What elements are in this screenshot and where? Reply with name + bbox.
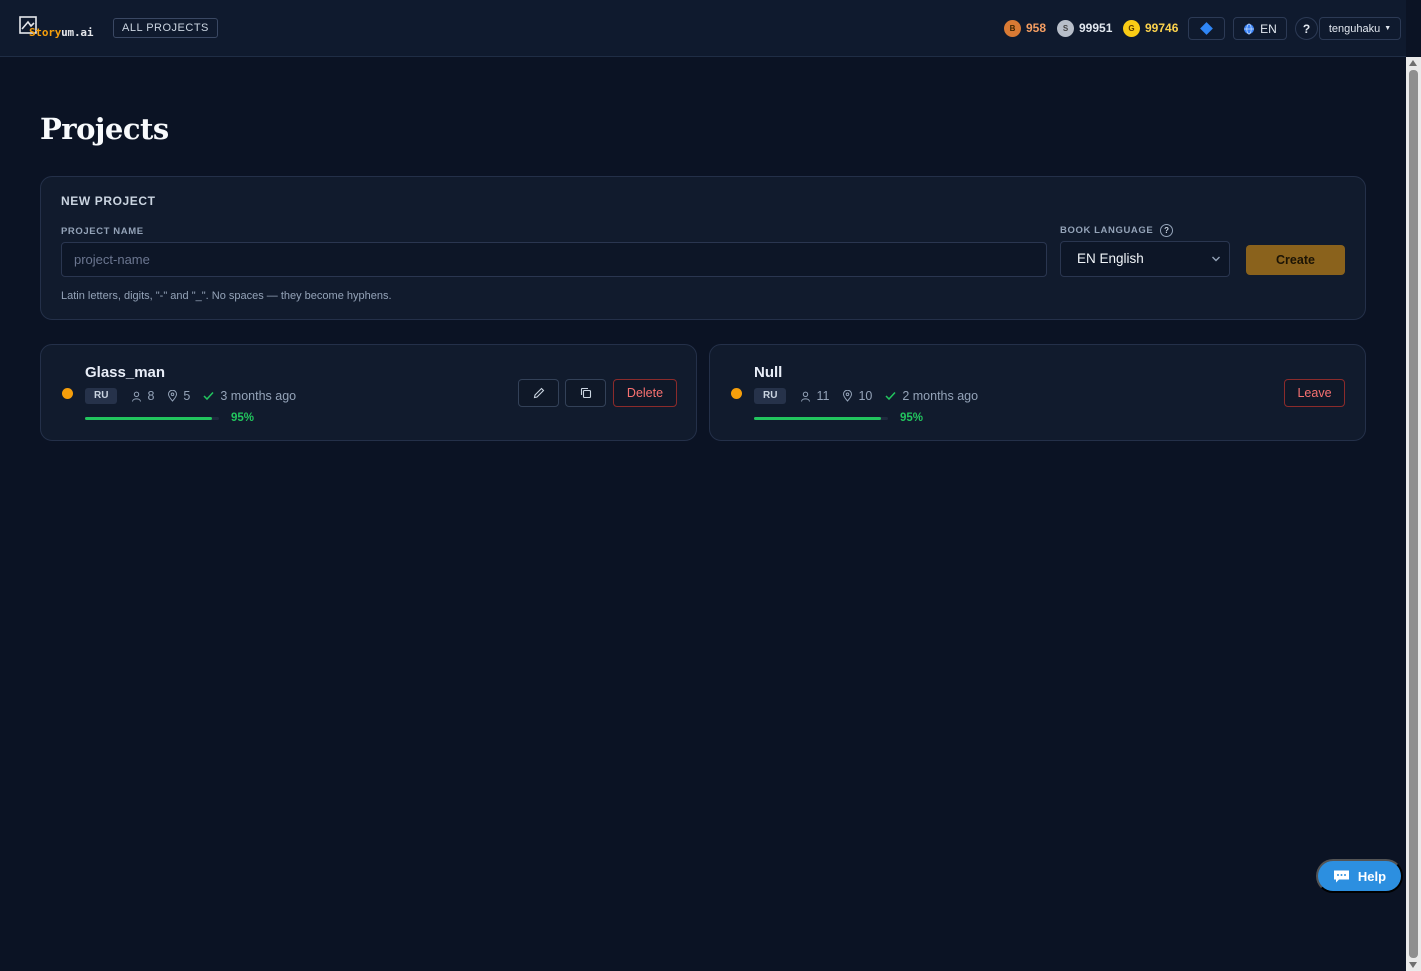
user-menu-button[interactable]: tenguhaku ▼ (1319, 17, 1401, 40)
coin-s-icon: S (1057, 19, 1074, 37)
pencil-icon (533, 387, 544, 399)
language-switch-button[interactable]: EN (1233, 17, 1287, 40)
book-language-select[interactable]: EN English (1060, 241, 1230, 277)
coin-g-balance: G 99746 (1123, 19, 1178, 37)
duplicate-button[interactable] (565, 379, 606, 407)
project-name-label: PROJECT NAME (61, 226, 144, 237)
premium-button[interactable] (1188, 17, 1225, 40)
locations-count: 10 (858, 389, 873, 403)
edit-button[interactable] (518, 379, 559, 407)
top-bar: Storyum.ai ALL PROJECTS B 958 S 99951 G … (0, 0, 1406, 57)
leave-button[interactable]: Leave (1284, 379, 1345, 407)
new-project-card: NEW PROJECT PROJECT NAME Latin letters, … (40, 176, 1366, 320)
book-language-label: BOOK LANGUAGE (1060, 225, 1154, 236)
progress-fill (754, 417, 882, 420)
language-badge: RU (754, 388, 787, 404)
chat-icon (1333, 870, 1349, 882)
chevron-down-icon (1211, 242, 1221, 290)
language-badge: RU (85, 388, 118, 404)
scrollbar[interactable] (1406, 57, 1421, 971)
project-name-hint: Latin letters, digits, "-" and "_". No s… (61, 290, 392, 302)
person-icon (132, 391, 142, 402)
check-icon (885, 391, 896, 401)
characters-count: 11 (816, 389, 830, 403)
help-chat-label: Help (1357, 868, 1387, 884)
project-meta: RU 11 10 2 months ago (754, 388, 978, 404)
coin-g-value: 99746 (1145, 21, 1179, 35)
language-label: EN (1260, 21, 1277, 36)
project-name-input[interactable] (61, 242, 1047, 277)
help-chat-button[interactable]: Help (1316, 859, 1403, 893)
status-dot (62, 388, 73, 399)
project-card[interactable]: Null RU 11 10 2 months ago 95% Leave (709, 344, 1366, 441)
location-pin-icon (843, 390, 853, 402)
coin-s-balance: S 99951 (1057, 19, 1112, 37)
caret-down-icon: ▼ (1384, 25, 1392, 32)
progress-fill (85, 417, 213, 420)
logo[interactable]: Storyum.ai (19, 16, 99, 40)
book-language-help-icon[interactable]: ? (1160, 224, 1174, 237)
create-button[interactable]: Create (1246, 245, 1345, 275)
scroll-thumb[interactable] (1409, 70, 1418, 958)
location-pin-icon (168, 390, 178, 402)
project-name[interactable]: Null (754, 364, 782, 381)
status-dot (731, 388, 742, 399)
progress-bar (85, 417, 219, 420)
coin-g-icon: G (1123, 19, 1140, 37)
progress-bar (754, 417, 888, 420)
coin-b-icon: B (1004, 19, 1021, 37)
copy-icon (580, 387, 591, 399)
username: tenguhaku (1328, 22, 1381, 35)
person-icon (801, 391, 811, 402)
project-meta: RU 8 5 3 months ago (85, 388, 296, 404)
updated-time: 2 months ago (902, 389, 979, 403)
diamond-icon (1200, 22, 1213, 35)
all-projects-button[interactable]: ALL PROJECTS (113, 18, 218, 38)
book-language-label-row: BOOK LANGUAGE ? (1060, 224, 1174, 237)
updated-time: 3 months ago (220, 389, 297, 403)
characters-count: 8 (147, 389, 155, 403)
coin-b-value: 958 (1026, 21, 1047, 35)
coin-b-balance: B 958 (1004, 19, 1046, 37)
new-project-heading: NEW PROJECT (61, 194, 156, 208)
project-name[interactable]: Glass_man (85, 364, 165, 381)
scroll-down-arrow-icon[interactable] (1409, 962, 1417, 968)
check-icon (203, 391, 214, 401)
help-button[interactable]: ? (1295, 17, 1318, 40)
page-title: Projects (40, 112, 169, 146)
locations-count: 5 (183, 389, 191, 403)
book-language-value: EN English (1077, 251, 1144, 266)
progress-percent: 95% (231, 412, 255, 424)
globe-icon (1244, 23, 1255, 34)
delete-button[interactable]: Delete (613, 379, 677, 407)
progress-percent: 95% (900, 412, 924, 424)
coin-s-value: 99951 (1079, 21, 1113, 35)
logo-text: Storyum.ai (29, 26, 94, 39)
scroll-up-arrow-icon[interactable] (1409, 60, 1417, 66)
project-card[interactable]: Glass_man RU 8 5 3 months ago 95% Delete (40, 344, 697, 441)
